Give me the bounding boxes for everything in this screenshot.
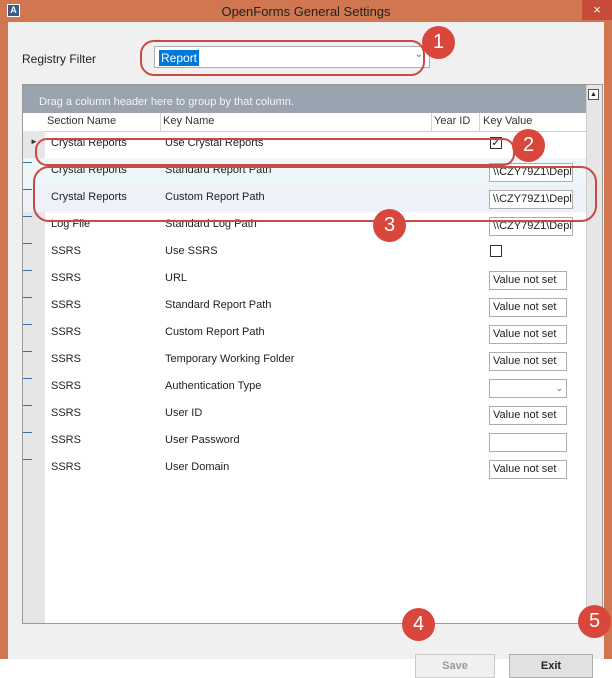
key-value-field[interactable]: Value not set bbox=[489, 325, 567, 344]
row-separator-mark bbox=[23, 216, 32, 217]
key-value-field[interactable]: Value not set bbox=[489, 406, 567, 425]
key-value-field[interactable]: Value not set bbox=[489, 271, 567, 290]
cell-section-name[interactable]: SSRS bbox=[51, 434, 81, 446]
row-separator-mark bbox=[23, 162, 32, 163]
table-row[interactable]: SSRS Standard Report Path Value not set bbox=[23, 293, 588, 320]
chevron-down-icon: ⌄ bbox=[555, 383, 563, 393]
client-area: Registry Filter Report ⌄ Drag a column h… bbox=[8, 22, 604, 678]
callout-2-highlight bbox=[35, 138, 515, 166]
row-separator-mark bbox=[23, 189, 32, 190]
table-row[interactable]: SSRS Temporary Working Folder Value not se… bbox=[23, 347, 588, 374]
table-row[interactable]: SSRS Use SSRS bbox=[23, 239, 588, 266]
row-indicator[interactable] bbox=[23, 293, 45, 320]
callout-badge-1: 1 bbox=[422, 26, 455, 59]
callout-badge-3: 3 bbox=[373, 209, 406, 242]
row-indicator[interactable] bbox=[23, 239, 45, 266]
window-title: OpenForms General Settings bbox=[221, 4, 391, 19]
key-value-field[interactable]: Value not set bbox=[489, 298, 567, 317]
callout-1-highlight bbox=[140, 40, 425, 76]
column-header-key-name[interactable]: Key Name bbox=[163, 115, 214, 127]
cell-section-name[interactable]: SSRS bbox=[51, 461, 81, 473]
title-bar[interactable]: A OpenForms General Settings × bbox=[0, 0, 612, 22]
save-button[interactable]: Save bbox=[415, 654, 495, 678]
group-by-panel[interactable]: Drag a column header here to group by th… bbox=[23, 85, 588, 113]
callout-badge-5: 5 bbox=[578, 605, 611, 638]
cell-section-name[interactable]: SSRS bbox=[51, 272, 81, 284]
row-indicator[interactable] bbox=[23, 455, 45, 482]
key-value-field[interactable]: Value not set bbox=[489, 460, 567, 479]
grid-header: Section Name Key Name Year ID Key Value bbox=[23, 113, 588, 132]
row-indicator[interactable] bbox=[23, 347, 45, 374]
scroll-up-icon[interactable]: ▲ bbox=[588, 89, 599, 100]
cell-key-name[interactable]: User ID bbox=[165, 407, 202, 419]
row-separator-mark bbox=[23, 378, 32, 379]
close-button[interactable]: × bbox=[582, 0, 612, 20]
key-value-text: Value not set bbox=[493, 301, 557, 313]
key-value-text: Value not set bbox=[493, 355, 557, 367]
cell-section-name[interactable]: SSRS bbox=[51, 299, 81, 311]
column-divider[interactable] bbox=[431, 113, 432, 131]
column-header-key-value[interactable]: Key Value bbox=[483, 115, 532, 127]
row-indicator[interactable] bbox=[23, 320, 45, 347]
row-separator-mark bbox=[23, 297, 32, 298]
row-separator-mark bbox=[23, 459, 32, 460]
table-row[interactable]: SSRS User Domain Value not set bbox=[23, 455, 588, 482]
row-separator-mark bbox=[23, 432, 32, 433]
key-value-text: Value not set bbox=[493, 463, 557, 475]
cell-section-name[interactable]: SSRS bbox=[51, 353, 81, 365]
column-divider[interactable] bbox=[479, 113, 480, 131]
settings-window: A OpenForms General Settings × Registry … bbox=[0, 0, 612, 678]
key-value-field[interactable] bbox=[489, 433, 567, 452]
table-row[interactable]: SSRS Authentication Type ⌄ bbox=[23, 374, 588, 401]
table-row[interactable]: SSRS URL Value not set bbox=[23, 266, 588, 293]
key-value-dropdown[interactable]: ⌄ bbox=[489, 379, 567, 398]
cell-key-name[interactable]: User Domain bbox=[165, 461, 229, 473]
cell-section-name[interactable]: SSRS bbox=[51, 407, 81, 419]
exit-button[interactable]: Exit bbox=[509, 654, 593, 678]
cell-section-name[interactable]: SSRS bbox=[51, 245, 81, 257]
row-separator-mark bbox=[23, 351, 32, 352]
cell-section-name[interactable]: SSRS bbox=[51, 380, 81, 392]
group-by-hint: Drag a column header here to group by th… bbox=[39, 96, 294, 108]
callout-badge-4: 4 bbox=[402, 608, 435, 641]
registry-filter-label: Registry Filter bbox=[22, 52, 97, 66]
row-indicator[interactable] bbox=[23, 266, 45, 293]
cell-key-name[interactable]: Use SSRS bbox=[165, 245, 218, 257]
callout-3-highlight bbox=[33, 166, 597, 222]
unchecked-checkbox[interactable] bbox=[490, 245, 502, 257]
column-header-year-id[interactable]: Year ID bbox=[434, 115, 470, 127]
table-row[interactable]: SSRS User Password bbox=[23, 428, 588, 455]
cell-key-name[interactable]: URL bbox=[165, 272, 187, 284]
row-indicator[interactable] bbox=[23, 374, 45, 401]
column-header-section-name[interactable]: Section Name bbox=[47, 115, 116, 127]
row-separator-mark bbox=[23, 405, 32, 406]
cell-key-name[interactable]: User Password bbox=[165, 434, 240, 446]
key-value-field[interactable]: Value not set bbox=[489, 352, 567, 371]
cell-key-name[interactable]: Authentication Type bbox=[165, 380, 261, 392]
column-divider[interactable] bbox=[160, 113, 161, 131]
key-value-text: Value not set bbox=[493, 274, 557, 286]
row-separator-mark bbox=[23, 324, 32, 325]
row-separator-mark bbox=[23, 270, 32, 271]
vertical-scrollbar[interactable]: ▲ bbox=[586, 85, 602, 623]
key-value-text: Value not set bbox=[493, 328, 557, 340]
cell-key-name[interactable]: Standard Report Path bbox=[165, 299, 271, 311]
row-indicator[interactable] bbox=[23, 428, 45, 455]
row-separator-mark bbox=[23, 243, 32, 244]
cell-key-name[interactable]: Custom Report Path bbox=[165, 326, 265, 338]
cell-section-name[interactable]: SSRS bbox=[51, 326, 81, 338]
table-row[interactable]: SSRS Custom Report Path Value not set bbox=[23, 320, 588, 347]
row-indicator[interactable] bbox=[23, 401, 45, 428]
callout-badge-2: 2 bbox=[512, 129, 545, 162]
cell-key-name[interactable]: Temporary Working Folder bbox=[165, 353, 294, 365]
key-value-text: Value not set bbox=[493, 409, 557, 421]
table-row[interactable]: SSRS User ID Value not set bbox=[23, 401, 588, 428]
